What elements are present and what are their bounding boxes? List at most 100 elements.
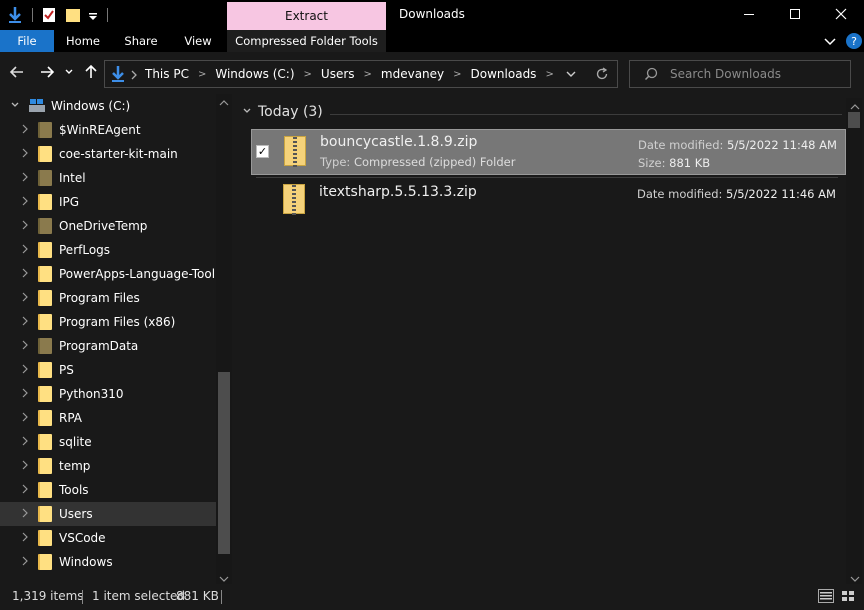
scroll-down-icon[interactable] <box>219 572 229 584</box>
tree-item-label: OneDriveTemp <box>59 219 148 233</box>
chevron-right-icon[interactable]: > <box>357 69 379 80</box>
nav-scrollbar-thumb[interactable] <box>218 372 230 554</box>
tree-item[interactable]: Intel <box>0 166 216 190</box>
download-arrow-icon[interactable] <box>6 6 24 24</box>
file-row[interactable]: ✓ bouncycastle.1.8.9.zip Type: Compresse… <box>251 129 846 175</box>
tree-item[interactable]: sqlite <box>0 430 216 454</box>
tree-item[interactable]: PS <box>0 358 216 382</box>
tree-item[interactable]: VSCode <box>0 526 216 550</box>
tree-item[interactable]: Windows <box>0 550 216 574</box>
tree-item-label: $WinREAgent <box>59 123 141 137</box>
breadcrumb-downloads[interactable]: Downloads <box>469 67 539 81</box>
chevron-right-icon[interactable] <box>20 412 30 425</box>
search-input[interactable]: Search Downloads <box>629 60 851 88</box>
chevron-right-icon[interactable] <box>20 268 30 281</box>
tree-item-windows-c[interactable]: Windows (C:) <box>0 94 216 118</box>
up-button[interactable] <box>82 64 100 82</box>
chevron-right-icon[interactable]: > <box>297 69 319 80</box>
tree-item-label: PS <box>59 363 74 377</box>
chevron-right-icon[interactable] <box>20 364 30 377</box>
tab-view[interactable]: View <box>172 30 224 52</box>
file-date-modified: Date modified: 5/5/2022 11:48 AM <box>638 138 837 152</box>
minimize-button[interactable] <box>726 0 772 30</box>
content-scrollbar[interactable] <box>846 98 862 584</box>
tree-item[interactable]: Python310 <box>0 382 216 406</box>
folder-icon <box>38 410 52 426</box>
chevron-right-icon[interactable] <box>20 436 30 449</box>
chevron-down-icon[interactable] <box>242 104 254 120</box>
file-row[interactable]: itextsharp.5.5.13.3.zip Date modified: 5… <box>251 178 846 224</box>
chevron-right-icon[interactable] <box>20 316 30 329</box>
chevron-right-icon[interactable]: > <box>191 69 213 80</box>
tree-item[interactable]: IPG <box>0 190 216 214</box>
tree-item[interactable]: PowerApps-Language-Tooling <box>0 262 232 286</box>
tree-item[interactable]: Users <box>0 502 216 526</box>
tree-item[interactable]: Program Files (x86) <box>0 310 216 334</box>
scroll-up-icon[interactable] <box>850 100 860 114</box>
content-scrollbar-thumb[interactable] <box>848 112 860 128</box>
address-bar[interactable]: This PC > Windows (C:) > Users > mdevane… <box>104 60 618 88</box>
close-button[interactable] <box>818 0 864 30</box>
tree-item[interactable]: $WinREAgent <box>0 118 216 142</box>
breadcrumb-this-pc[interactable]: This PC <box>143 67 191 81</box>
breadcrumb-mdevaney[interactable]: mdevaney <box>379 67 446 81</box>
chevron-right-icon[interactable] <box>20 220 30 233</box>
tree-item[interactable]: Tools <box>0 478 216 502</box>
chevron-right-icon[interactable] <box>20 148 30 161</box>
properties-icon[interactable] <box>41 7 57 23</box>
expand-ribbon-icon[interactable] <box>822 33 838 49</box>
chevron-right-icon[interactable] <box>130 69 138 83</box>
chevron-down-icon <box>64 66 74 80</box>
tab-compressed-folder-tools[interactable]: Compressed Folder Tools <box>227 30 386 52</box>
group-header-today[interactable]: Today (3) <box>242 104 323 120</box>
scroll-up-icon[interactable] <box>219 96 229 110</box>
forward-button[interactable] <box>38 64 56 82</box>
new-folder-icon[interactable] <box>65 7 81 23</box>
help-icon[interactable]: ? <box>845 32 863 50</box>
tab-home[interactable]: Home <box>56 30 110 52</box>
chevron-right-icon[interactable] <box>20 460 30 473</box>
breadcrumb-users[interactable]: Users <box>319 67 357 81</box>
chevron-right-icon[interactable] <box>20 340 30 353</box>
customize-qa-icon[interactable] <box>87 7 99 23</box>
tree-item[interactable]: PerfLogs <box>0 238 216 262</box>
tree-item[interactable]: coe-starter-kit-main <box>0 142 216 166</box>
chevron-down-icon[interactable] <box>10 100 20 113</box>
chevron-right-icon[interactable] <box>20 124 30 137</box>
tree-item[interactable]: RPA <box>0 406 216 430</box>
chevron-right-icon[interactable]: > <box>538 69 560 80</box>
tree-item[interactable]: Program Files <box>0 286 216 310</box>
tab-extract[interactable]: Extract <box>227 2 386 30</box>
quick-access-toolbar <box>6 5 108 25</box>
large-icons-view-icon[interactable] <box>840 589 856 606</box>
chevron-right-icon[interactable] <box>20 292 30 305</box>
recent-locations-button[interactable] <box>62 64 76 82</box>
tree-item-label: Windows (C:) <box>51 99 131 113</box>
chevron-right-icon[interactable] <box>20 196 30 209</box>
folder-icon <box>38 290 52 306</box>
back-button[interactable] <box>8 64 26 82</box>
chevron-right-icon[interactable]: > <box>446 69 468 80</box>
tab-file[interactable]: File <box>0 30 54 52</box>
chevron-right-icon[interactable] <box>20 532 30 545</box>
tree-item[interactable]: OneDriveTemp <box>0 214 216 238</box>
tree-item[interactable]: temp <box>0 454 216 478</box>
tab-share[interactable]: Share <box>114 30 168 52</box>
chevron-right-icon[interactable] <box>20 556 30 569</box>
chevron-right-icon[interactable] <box>20 388 30 401</box>
maximize-button[interactable] <box>772 0 818 30</box>
folder-icon <box>38 530 52 546</box>
chevron-right-icon[interactable] <box>20 508 30 521</box>
chevron-right-icon[interactable] <box>20 172 30 185</box>
refresh-icon[interactable] <box>595 67 609 84</box>
address-history-chevron-icon[interactable] <box>565 68 577 83</box>
close-icon <box>835 8 847 23</box>
row-checkbox[interactable]: ✓ <box>256 145 269 158</box>
details-view-icon[interactable] <box>818 589 834 606</box>
folder-icon <box>38 122 52 138</box>
file-size: Size: 881 KB <box>638 156 711 170</box>
tree-item[interactable]: ProgramData <box>0 334 216 358</box>
chevron-right-icon[interactable] <box>20 244 30 257</box>
breadcrumb-windows-c[interactable]: Windows (C:) <box>213 67 296 81</box>
chevron-right-icon[interactable] <box>20 484 30 497</box>
